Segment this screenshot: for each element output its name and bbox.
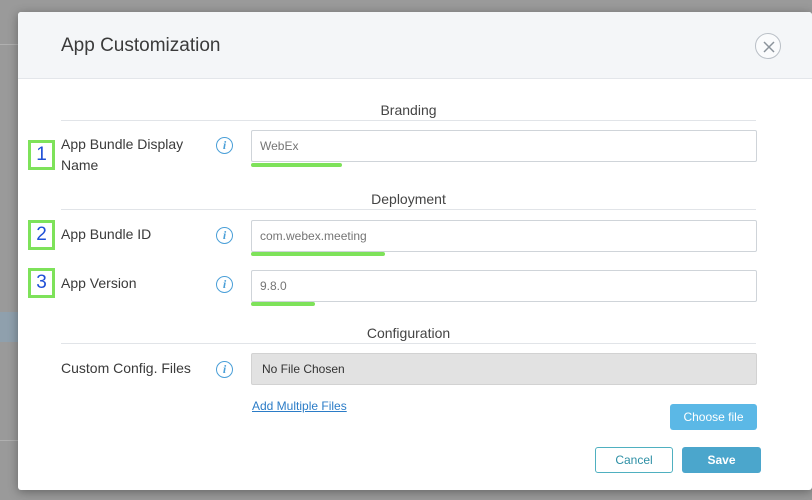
highlight-underline <box>251 252 385 256</box>
section-deployment-label: Deployment <box>361 191 456 207</box>
section-configuration-label: Configuration <box>356 325 461 341</box>
dialog-header: App Customization <box>18 12 812 79</box>
info-icon[interactable]: i <box>216 137 233 154</box>
app-bundle-id-input[interactable] <box>251 220 757 252</box>
highlight-underline <box>251 302 315 306</box>
choose-file-button[interactable]: Choose file <box>670 404 757 430</box>
save-button[interactable]: Save <box>682 447 761 473</box>
section-deployment: Deployment <box>61 191 756 211</box>
annotation-marker-1: 1 <box>28 140 55 170</box>
cancel-button[interactable]: Cancel <box>595 447 673 473</box>
app-bundle-id-label: App Bundle ID <box>61 226 152 242</box>
background-divider <box>0 44 18 45</box>
close-icon <box>763 41 775 53</box>
close-button[interactable] <box>755 33 781 59</box>
info-icon[interactable]: i <box>216 227 233 244</box>
dialog-title: App Customization <box>61 35 221 56</box>
file-chosen-display: No File Chosen <box>251 353 757 385</box>
background-row <box>0 312 18 342</box>
app-bundle-display-name-label: App Bundle Display Name <box>61 136 184 173</box>
add-multiple-files-link[interactable]: Add Multiple Files <box>252 399 347 413</box>
info-icon[interactable]: i <box>216 276 233 293</box>
annotation-marker-2: 2 <box>28 220 55 250</box>
section-branding: Branding <box>61 102 756 122</box>
info-icon[interactable]: i <box>216 361 233 378</box>
app-bundle-display-name-input[interactable] <box>251 130 757 162</box>
app-version-input[interactable] <box>251 270 757 302</box>
section-divider <box>61 209 756 210</box>
section-branding-label: Branding <box>370 102 447 118</box>
app-customization-dialog: App Customization Branding 1 App Bundle … <box>18 12 812 490</box>
custom-config-files-label: Custom Config. Files <box>61 360 191 376</box>
background-divider <box>0 440 18 441</box>
section-configuration: Configuration <box>61 325 756 345</box>
annotation-marker-3: 3 <box>28 268 55 298</box>
section-divider <box>61 120 756 121</box>
app-version-label: App Version <box>61 275 137 291</box>
highlight-underline <box>251 163 342 167</box>
section-divider <box>61 343 756 344</box>
